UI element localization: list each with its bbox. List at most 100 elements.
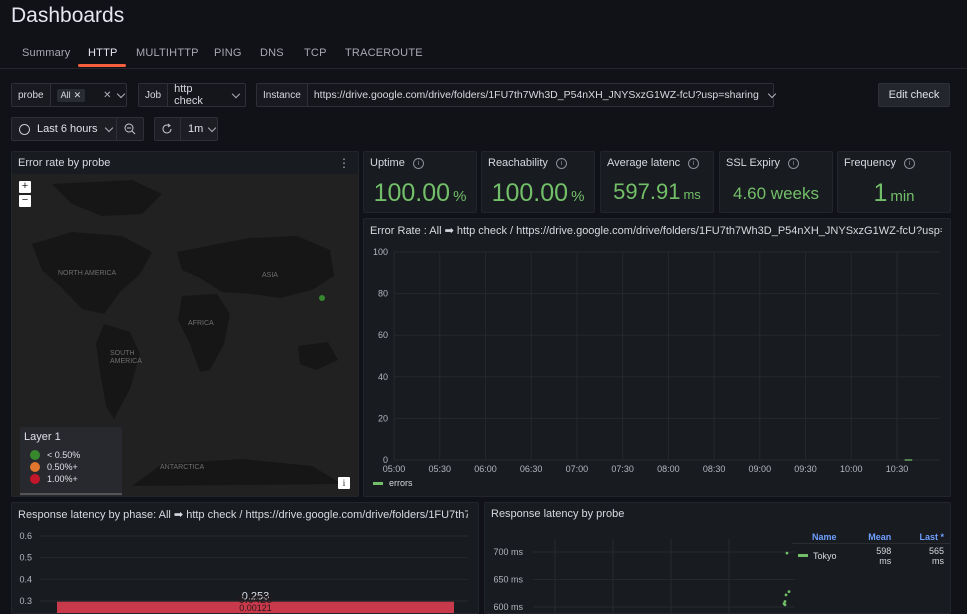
chevron-down-icon[interactable]: [232, 89, 241, 98]
legend-swatch: [373, 481, 383, 485]
data-point-tokyo: [787, 590, 791, 593]
clear-icon[interactable]: ✕: [103, 90, 111, 101]
tab-summary[interactable]: Summary: [22, 47, 70, 59]
probe-chip-label: All: [60, 90, 71, 100]
y-tick-label: 0.5: [19, 553, 32, 563]
data-point-tokyo: [784, 593, 788, 597]
y-tick-label: 0.6: [19, 531, 32, 541]
x-tick-label: 05:00: [383, 464, 406, 474]
tab-multihttp[interactable]: MULTIHTTP: [136, 47, 199, 59]
tab-dns[interactable]: DNS: [260, 47, 284, 59]
stat-frequency: Frequency i 1 min: [837, 151, 951, 213]
stat-average-latency: Average latenc i 597.91 ms: [600, 151, 714, 213]
data-point-tokyo: [783, 603, 787, 607]
zoom-out-time-button[interactable]: [116, 117, 144, 141]
y-tick-label: 650 ms: [493, 575, 523, 585]
table-row[interactable]: Tokyo 598 ms 565 ms: [792, 543, 950, 569]
stat-uptime: Uptime i 100.00%: [363, 151, 477, 213]
y-tick-label: 80: [378, 289, 388, 299]
probe-marker-tokyo[interactable]: [319, 295, 325, 301]
refresh-picker[interactable]: 1m: [154, 117, 218, 141]
continent-label-north-america: NORTH AMERICA: [58, 270, 117, 277]
x-tick-label: 07:30: [611, 464, 634, 474]
y-tick-label: 100: [373, 247, 388, 257]
latency-probe-chart[interactable]: 700 ms 650 ms 600 ms: [485, 503, 805, 613]
error-rate-chart-panel: Error Rate : All ➡ http check / https://…: [363, 218, 951, 497]
legend-title: Layer 1: [24, 431, 61, 443]
panel-title: Error rate by probe: [18, 157, 111, 169]
tab-ping[interactable]: PING: [214, 47, 242, 59]
stat-ssl-expiry: SSL Expiry i 4.60 weeks: [719, 151, 833, 213]
instance-filter-label: Instance: [257, 84, 308, 106]
instance-filter[interactable]: Instance https://drive.google.com/drive/…: [256, 83, 777, 107]
chart-legend[interactable]: errors: [373, 478, 413, 488]
stat-unit: min: [890, 188, 915, 205]
col-mean[interactable]: Mean: [843, 531, 898, 544]
clock-icon: [19, 123, 30, 135]
map-info-button[interactable]: i: [338, 477, 350, 489]
refresh-interval: 1m: [188, 123, 204, 135]
x-tick-label: 08:30: [703, 464, 726, 474]
map-zoom-out-button[interactable]: −: [19, 195, 31, 207]
probe-filter-label: probe: [12, 84, 51, 106]
info-icon[interactable]: i: [412, 158, 424, 169]
info-icon[interactable]: i: [688, 158, 700, 169]
map-zoom-in-button[interactable]: +: [19, 181, 31, 193]
tab-traceroute[interactable]: TRACEROUTE: [345, 47, 423, 59]
chevron-down-icon[interactable]: [767, 89, 777, 98]
page-title: Dashboards: [11, 4, 125, 27]
col-name[interactable]: Name: [792, 531, 843, 544]
probe-chip[interactable]: All ✕: [56, 88, 86, 102]
stat-title: Average latenc: [607, 157, 681, 169]
legend-item: 0.50%+: [30, 462, 78, 472]
stat-unit: %: [453, 188, 467, 205]
stat-value: 100.00: [373, 179, 451, 207]
y-tick-label: 60: [378, 330, 388, 340]
data-point-tokyo: [785, 551, 789, 555]
chevron-down-icon[interactable]: [116, 89, 125, 98]
y-tick-label: 0.4: [19, 574, 32, 584]
stat-unit: %: [571, 188, 585, 205]
job-value: http check: [174, 83, 203, 107]
chip-remove-icon[interactable]: ✕: [74, 90, 82, 101]
time-range-picker[interactable]: Last 6 hours: [11, 117, 118, 141]
probe-filter[interactable]: probe All ✕ ✕: [11, 83, 127, 107]
tab-tcp[interactable]: TCP: [304, 47, 327, 59]
series-swatch: [798, 554, 808, 557]
job-filter-label: Job: [139, 84, 169, 106]
edit-check-button[interactable]: Edit check: [878, 83, 950, 107]
col-last[interactable]: Last *: [897, 531, 950, 544]
continent-label-asia: ASIA: [262, 272, 278, 279]
chevron-down-icon: [104, 123, 113, 132]
error-rate-chart[interactable]: 02040608010005:00 05:30 06:00 06:30 07:00 07:…: [364, 219, 950, 496]
panel-menu-icon[interactable]: ⋮: [338, 156, 350, 170]
y-tick-label: 0.3: [19, 596, 32, 606]
x-tick-label: 06:30: [520, 464, 543, 474]
stat-reachability: Reachability i 100.00%: [481, 151, 595, 213]
info-icon[interactable]: i: [788, 158, 800, 169]
series-name: Tokyo: [813, 551, 837, 561]
y-tick-label: 600 ms: [493, 602, 523, 612]
world-map[interactable]: NORTH AMERICA ASIA AFRICA SOUTH AMERICA …: [12, 174, 358, 496]
job-filter[interactable]: Job http check: [138, 83, 246, 107]
legend-scrollbar[interactable]: [20, 493, 122, 495]
legend-label: < 0.50%: [47, 450, 81, 460]
instance-value: https://drive.google.com/drive/folders/1…: [313, 89, 759, 101]
latency-legend-table: Name Mean Last * Tokyo 598 ms 565 ms: [792, 531, 950, 568]
refresh-icon[interactable]: [161, 123, 173, 135]
zoom-out-icon: [124, 123, 136, 135]
x-tick-label: 10:00: [840, 464, 863, 474]
stat-unit: ms: [683, 187, 701, 202]
stat-title: Reachability: [488, 157, 548, 169]
tab-http[interactable]: HTTP: [88, 47, 118, 59]
continent-label-antarctica: ANTARCTICA: [160, 464, 205, 471]
info-icon[interactable]: i: [555, 158, 567, 169]
info-icon[interactable]: i: [903, 158, 915, 169]
legend-dot: [30, 474, 40, 484]
x-tick-label: 07:00: [566, 464, 589, 474]
y-tick-label: 700 ms: [493, 547, 523, 557]
x-tick-label: 08:00: [657, 464, 680, 474]
legend-label: 0.50%+: [47, 462, 78, 472]
latency-phase-chart[interactable]: 0.30.40.50.60.2530.04250.00121: [12, 503, 478, 613]
legend-dot: [30, 450, 40, 460]
